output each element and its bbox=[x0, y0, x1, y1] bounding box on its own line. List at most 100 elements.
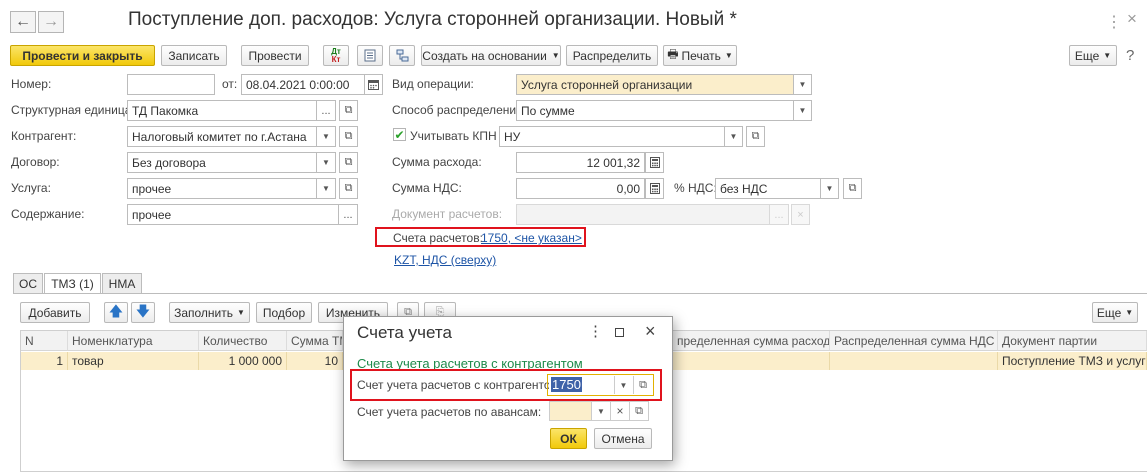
payment-doc-field[interactable] bbox=[516, 204, 771, 225]
contractor-open-button[interactable]: ⧉ bbox=[339, 126, 358, 147]
fill-button[interactable]: Заполнить ▼ bbox=[169, 302, 250, 323]
table-cell-batch-document[interactable]: Поступление ТМЗ и услуг ... bbox=[998, 352, 1147, 370]
dtkt-report-button[interactable]: Дт Кт bbox=[323, 45, 349, 66]
open-icon: ⧉ bbox=[751, 130, 760, 142]
table-cell-n[interactable]: 1 bbox=[21, 352, 68, 370]
kpn-checkbox[interactable]: ✔ bbox=[393, 128, 406, 141]
table-cell-quantity[interactable]: 1 000 000 bbox=[199, 352, 287, 370]
caret-down-icon: ▼ bbox=[1125, 308, 1134, 317]
number-field[interactable] bbox=[127, 74, 215, 95]
hierarchy-button[interactable] bbox=[389, 45, 415, 66]
unit-field[interactable]: ТД Пакомка bbox=[127, 100, 317, 121]
advance-account-open-button[interactable]: ⧉ bbox=[629, 401, 649, 421]
kpn-dropdown-button[interactable]: ▼ bbox=[724, 126, 743, 147]
close-icon[interactable]: × bbox=[1127, 9, 1137, 29]
column-header-distributed-expenses[interactable]: пределенная сумма расходов bbox=[673, 331, 830, 351]
vat-rate-open-button[interactable]: ⧉ bbox=[843, 178, 862, 199]
contract-dropdown-button[interactable]: ▼ bbox=[316, 152, 336, 173]
currency-link[interactable]: KZT, НДС (сверху) bbox=[394, 253, 496, 267]
calendar-button[interactable] bbox=[364, 74, 383, 95]
caret-down-icon: ▼ bbox=[237, 308, 245, 317]
column-header-n[interactable]: N bbox=[21, 331, 68, 351]
content-field[interactable]: прочее bbox=[127, 204, 340, 225]
service-open-button[interactable]: ⧉ bbox=[339, 178, 358, 199]
content-select-button[interactable]: ... bbox=[338, 204, 358, 225]
structure-button[interactable] bbox=[357, 45, 383, 66]
more-button[interactable]: Еще ▼ bbox=[1069, 45, 1117, 66]
service-dropdown-button[interactable]: ▼ bbox=[316, 178, 336, 199]
expense-calculator-button[interactable] bbox=[645, 152, 664, 173]
contractor-field[interactable]: Налоговый комитет по г.Астана bbox=[127, 126, 317, 147]
accounts-link[interactable]: 1750, <не указан> bbox=[481, 231, 582, 245]
payment-doc-clear-button[interactable]: × bbox=[791, 204, 810, 225]
cancel-button[interactable]: Отмена bbox=[594, 428, 652, 449]
calendar-icon bbox=[368, 79, 379, 90]
post-button[interactable]: Провести bbox=[241, 45, 309, 66]
arrow-right-icon: → bbox=[43, 13, 59, 30]
open-icon: ⧉ bbox=[639, 378, 647, 391]
payment-doc-select-button[interactable]: ... bbox=[769, 204, 789, 225]
distribution-field[interactable]: По сумме bbox=[516, 100, 796, 121]
kpn-field[interactable]: НУ bbox=[499, 126, 727, 147]
advance-account-field[interactable] bbox=[549, 401, 592, 421]
vat-rate-field[interactable]: без НДС bbox=[715, 178, 822, 199]
column-header-batch-document[interactable]: Документ партии bbox=[998, 331, 1147, 351]
add-row-button[interactable]: Добавить bbox=[20, 302, 90, 323]
vat-sum-label: Сумма НДС: bbox=[392, 181, 462, 195]
table-cell-distributed-expenses[interactable] bbox=[673, 352, 830, 370]
vat-sum-field[interactable]: 0,00 bbox=[516, 178, 645, 199]
print-button[interactable]: 🖶 Печать ▼ bbox=[663, 45, 737, 66]
back-button[interactable]: ← bbox=[10, 11, 36, 33]
vat-calculator-button[interactable] bbox=[645, 178, 664, 199]
distribution-dropdown-button[interactable]: ▼ bbox=[793, 100, 812, 121]
move-down-button[interactable]: 🡇 bbox=[131, 302, 155, 323]
help-button[interactable]: ? bbox=[1126, 47, 1134, 64]
expense-field[interactable]: 12 001,32 bbox=[516, 152, 645, 173]
post-and-close-button[interactable]: Провести и закрыть bbox=[10, 45, 155, 66]
table-cell-distributed-vat[interactable] bbox=[830, 352, 998, 370]
column-header-distributed-vat[interactable]: Распределенная сумма НДС bbox=[830, 331, 998, 351]
save-button[interactable]: Записать bbox=[161, 45, 227, 66]
tab-os[interactable]: ОС bbox=[13, 273, 43, 293]
contract-field[interactable]: Без договора bbox=[127, 152, 317, 173]
service-label: Услуга: bbox=[11, 181, 51, 195]
tab-tmz[interactable]: ТМЗ (1) bbox=[44, 273, 101, 294]
vat-rate-dropdown-button[interactable]: ▼ bbox=[820, 178, 839, 199]
contractor-account-open-button[interactable]: ⧉ bbox=[633, 376, 652, 394]
advance-account-clear-button[interactable]: × bbox=[610, 401, 630, 421]
dialog-close-button[interactable]: × bbox=[645, 321, 656, 342]
unit-select-button[interactable]: ... bbox=[316, 100, 336, 121]
ok-button[interactable]: ОК bbox=[550, 428, 587, 449]
tab-nma[interactable]: НМА bbox=[102, 273, 142, 293]
column-header-sum[interactable]: Сумма ТМ bbox=[287, 331, 343, 351]
open-icon: ⧉ bbox=[344, 130, 353, 142]
contractor-dropdown-button[interactable]: ▼ bbox=[316, 126, 336, 147]
more-vert-icon[interactable]: ⋮ bbox=[1106, 12, 1122, 32]
table-cell-nomenclature[interactable]: товар bbox=[68, 352, 199, 370]
table-more-button[interactable]: Еще ▼ bbox=[1092, 302, 1138, 323]
contractor-account-field[interactable]: 1750 bbox=[549, 376, 612, 394]
date-field[interactable]: 08.04.2021 0:00:00 bbox=[241, 74, 365, 95]
ellipsis-icon: ... bbox=[774, 208, 784, 221]
select-button[interactable]: Подбор bbox=[256, 302, 312, 323]
contractor-account-dropdown-button[interactable]: ▼ bbox=[614, 376, 632, 394]
calculator-icon bbox=[649, 183, 660, 194]
kpn-label: Учитывать КПН bbox=[410, 129, 497, 143]
column-header-nomenclature[interactable]: Номенклатура bbox=[68, 331, 199, 351]
move-up-button[interactable]: 🡅 bbox=[104, 302, 128, 323]
table-cell-sum[interactable]: 10 bbox=[287, 352, 343, 370]
forward-button[interactable]: → bbox=[38, 11, 64, 33]
operation-dropdown-button[interactable]: ▼ bbox=[793, 74, 812, 95]
tabs-divider bbox=[13, 293, 1147, 294]
operation-field[interactable]: Услуга сторонней организации bbox=[516, 74, 796, 95]
service-field[interactable]: прочее bbox=[127, 178, 317, 199]
contract-open-button[interactable]: ⧉ bbox=[339, 152, 358, 173]
unit-open-button[interactable]: ⧉ bbox=[339, 100, 358, 121]
advance-account-dropdown-button[interactable]: ▼ bbox=[591, 401, 611, 421]
kpn-open-button[interactable]: ⧉ bbox=[746, 126, 765, 147]
dialog-maximize-button[interactable] bbox=[615, 324, 624, 341]
column-header-quantity[interactable]: Количество bbox=[199, 331, 287, 351]
distribute-button[interactable]: Распределить bbox=[566, 45, 658, 66]
dialog-more-button[interactable]: ⋮ bbox=[588, 322, 603, 340]
create-based-on-button[interactable]: Создать на основании ▼ bbox=[421, 45, 561, 66]
